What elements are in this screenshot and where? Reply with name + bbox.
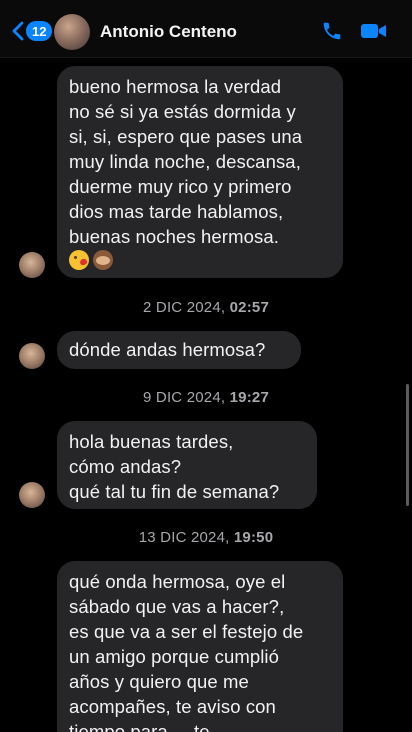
video-camera-icon (361, 24, 386, 38)
message-line: si, si, espero que pases una (69, 126, 303, 147)
message-line: qué tal tu fin de semana? (69, 481, 280, 502)
contact-avatar[interactable] (54, 14, 90, 50)
message-line: muy linda noche, descansa, (69, 151, 301, 172)
sender-avatar[interactable] (19, 252, 45, 278)
emoji-row (69, 250, 331, 270)
message-line: un amigo porque cumplió (69, 646, 280, 667)
see-no-evil-monkey-icon (93, 250, 113, 270)
message-line: no sé si ya estás dormida y (69, 101, 296, 122)
call-button[interactable] (321, 20, 343, 47)
timestamp: 13 DIC 2024, 19:50 (0, 529, 412, 546)
timestamp-time: 02:57 (229, 299, 269, 316)
scrollbar-thumb[interactable] (406, 384, 409, 506)
sender-avatar[interactable] (19, 482, 45, 508)
timestamp-date: 13 DIC 2024, (138, 529, 230, 546)
message-line: tiempo para ... te (69, 721, 210, 732)
chat-header: 12 Antonio Centeno (0, 0, 412, 58)
message-line: dónde andas hermosa? (69, 339, 266, 360)
message-line: qué onda hermosa, oye el (69, 571, 286, 592)
message-bubble[interactable]: bueno hermosa la verdad no sé si ya está… (57, 66, 343, 278)
message-line: acompañes, te aviso con (69, 696, 276, 717)
back-button[interactable]: 12 (12, 18, 53, 44)
message-line: cómo andas? (69, 456, 182, 477)
sender-avatar[interactable] (19, 343, 45, 369)
phone-icon (323, 22, 341, 40)
message-bubble[interactable]: dónde andas hermosa? (57, 331, 301, 369)
chevron-left-icon (12, 21, 24, 41)
timestamp: 2 DIC 2024, 02:57 (0, 299, 412, 316)
timestamp-time: 19:27 (229, 389, 269, 406)
timestamp-date: 2 DIC 2024, (143, 299, 226, 316)
video-call-button[interactable] (360, 21, 388, 46)
message-line: es que va a ser el festejo de (69, 621, 304, 642)
message-line: buenas noches hermosa. (69, 226, 279, 247)
message-line: hola buenas tardes, (69, 431, 234, 452)
message-line: dios mas tarde hablamos, (69, 201, 284, 222)
message-line: bueno hermosa la verdad (69, 76, 282, 97)
timestamp: 9 DIC 2024, 19:27 (0, 389, 412, 406)
message-line: duerme muy rico y primero (69, 176, 292, 197)
contact-name[interactable]: Antonio Centeno (100, 22, 237, 42)
timestamp-time: 19:50 (233, 529, 274, 546)
message-bubble[interactable]: qué onda hermosa, oye el sábado que vas … (57, 561, 343, 732)
message-line: años y quiero que me (69, 671, 249, 692)
message-line: sábado que vas a hacer?, (69, 596, 285, 617)
unread-count-badge: 12 (26, 21, 53, 41)
message-bubble[interactable]: hola buenas tardes, cómo andas? qué tal … (57, 421, 317, 509)
kissing-face-heart-icon (69, 250, 89, 270)
message-list[interactable]: bueno hermosa la verdad no sé si ya está… (0, 58, 412, 732)
timestamp-date: 9 DIC 2024, (143, 389, 226, 406)
